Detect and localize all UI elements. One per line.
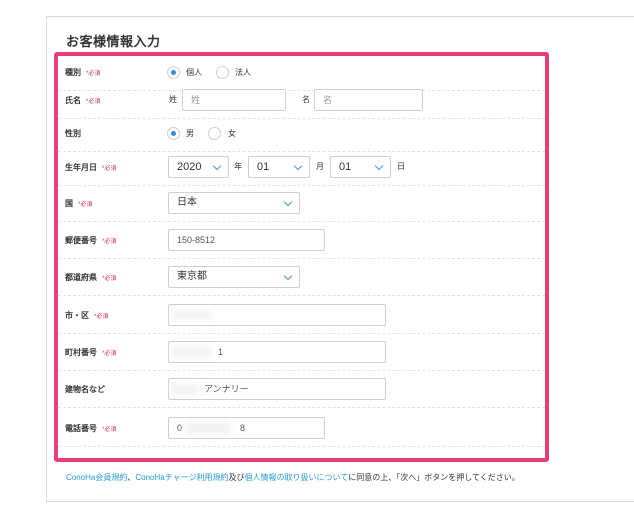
- radio-male[interactable]: [167, 127, 180, 140]
- last-name-input[interactable]: 姓: [182, 89, 286, 111]
- field-label: 市・区 *必須: [65, 297, 108, 334]
- birth-year-select[interactable]: 2020: [168, 156, 229, 178]
- name-label: 氏名: [65, 96, 81, 105]
- required-mark: *必須: [86, 99, 101, 105]
- required-mark: *必須: [102, 351, 117, 357]
- required-mark: *必須: [102, 276, 117, 282]
- day-unit: 日: [397, 162, 405, 171]
- terms-text: に同意の上、「次へ」ボタンを押してください。: [348, 473, 520, 482]
- month-unit: 月: [316, 162, 324, 171]
- required-mark: *必須: [102, 166, 117, 172]
- field-label: 氏名 *必須: [65, 82, 100, 119]
- first-name-input[interactable]: 名: [314, 89, 423, 111]
- field-label: 建物名など: [65, 371, 105, 408]
- birthdate-label: 生年月日: [65, 163, 97, 172]
- section-title: お客様情報入力: [66, 34, 161, 49]
- field-label: 都道府県 *必須: [65, 259, 116, 296]
- row-city: 市・区 *必須: [58, 297, 545, 334]
- charge-terms-link[interactable]: ConoHaチャージ利用規約: [135, 473, 228, 482]
- phone-visible-end: 8: [240, 423, 246, 433]
- postal-label: 郵便番号: [65, 236, 97, 245]
- chevron-down-icon: [374, 161, 384, 171]
- birth-day-select[interactable]: 01: [330, 156, 391, 178]
- redacted-blur: [184, 422, 232, 434]
- row-birthdate: 生年月日 *必須 2020 年 01 月 01 日: [58, 149, 545, 186]
- radio-individual-label: 個人: [186, 68, 202, 77]
- required-mark: *必須: [86, 71, 101, 77]
- chevron-down-icon: [293, 161, 303, 171]
- birth-year-value: 2020: [177, 161, 202, 173]
- required-mark: *必須: [102, 427, 117, 433]
- chevron-down-icon: [283, 271, 293, 281]
- field-label: 国 *必須: [65, 185, 92, 222]
- prefecture-select[interactable]: 東京都: [168, 266, 300, 288]
- required-mark: *必須: [102, 239, 117, 245]
- required-mark: *必須: [78, 202, 93, 208]
- row-gender: 性別 男 女: [58, 115, 545, 152]
- building-label: 建物名など: [65, 385, 105, 394]
- town-label: 町村番号: [65, 348, 97, 357]
- prefecture-label: 都道府県: [65, 273, 97, 282]
- year-unit: 年: [234, 162, 242, 171]
- country-label: 国: [65, 199, 73, 208]
- last-name-label: 姓: [169, 95, 177, 104]
- town-visible-suffix: 1: [218, 347, 224, 357]
- member-terms-link[interactable]: ConoHa会員規約: [66, 473, 127, 482]
- row-name: 氏名 *必須 姓 姓 名 名: [58, 82, 545, 119]
- chevron-down-icon: [283, 197, 293, 207]
- privacy-policy-link[interactable]: 個人情報の取り扱いについて: [244, 473, 348, 482]
- radio-female-label: 女: [228, 129, 236, 138]
- postal-code-input[interactable]: 150-8512: [168, 229, 325, 251]
- prefecture-value: 東京都: [177, 271, 207, 282]
- radio-corporate-label: 法人: [235, 68, 251, 77]
- field-label: 生年月日 *必須: [65, 149, 116, 186]
- redacted-blur: [170, 310, 212, 320]
- terms-notice: ConoHa会員規約、ConoHaチャージ利用規約及び個人情報の取り扱いについて…: [66, 472, 520, 483]
- phone-visible-start: 0: [177, 423, 183, 433]
- building-visible-text: アンナリー: [204, 384, 249, 394]
- first-name-label: 名: [302, 95, 310, 104]
- field-label: 性別: [65, 115, 81, 152]
- terms-separator: 及び: [228, 473, 245, 482]
- field-label: 郵便番号 *必須: [65, 222, 116, 259]
- country-value: 日本: [177, 197, 197, 208]
- building-input[interactable]: [168, 378, 386, 400]
- type-label: 種別: [65, 68, 81, 77]
- redacted-blur: [170, 346, 212, 358]
- country-select[interactable]: 日本: [168, 192, 300, 214]
- chevron-down-icon: [212, 161, 222, 171]
- radio-female[interactable]: [208, 127, 221, 140]
- field-label: 町村番号 *必須: [65, 334, 116, 371]
- phone-label: 電話番号: [65, 424, 97, 433]
- row-postal: 郵便番号 *必須 150-8512: [58, 222, 545, 259]
- redacted-blur: [170, 383, 200, 395]
- radio-male-label: 男: [186, 129, 194, 138]
- radio-corporate[interactable]: [216, 66, 229, 79]
- city-label: 市・区: [65, 311, 89, 320]
- row-phone: 電話番号 *必須 0 8: [58, 410, 545, 447]
- row-prefecture: 都道府県 *必須 東京都: [58, 259, 545, 296]
- required-mark: *必須: [94, 314, 109, 320]
- row-town: 町村番号 *必須 1: [58, 334, 545, 371]
- birth-day-value: 01: [339, 161, 352, 173]
- row-country: 国 *必須 日本: [58, 185, 545, 222]
- radio-individual[interactable]: [167, 66, 180, 79]
- gender-label: 性別: [65, 129, 81, 138]
- birth-month-select[interactable]: 01: [248, 156, 310, 178]
- birth-month-value: 01: [257, 161, 270, 173]
- field-label: 電話番号 *必須: [65, 410, 116, 447]
- row-building: 建物名など アンナリー: [58, 371, 545, 408]
